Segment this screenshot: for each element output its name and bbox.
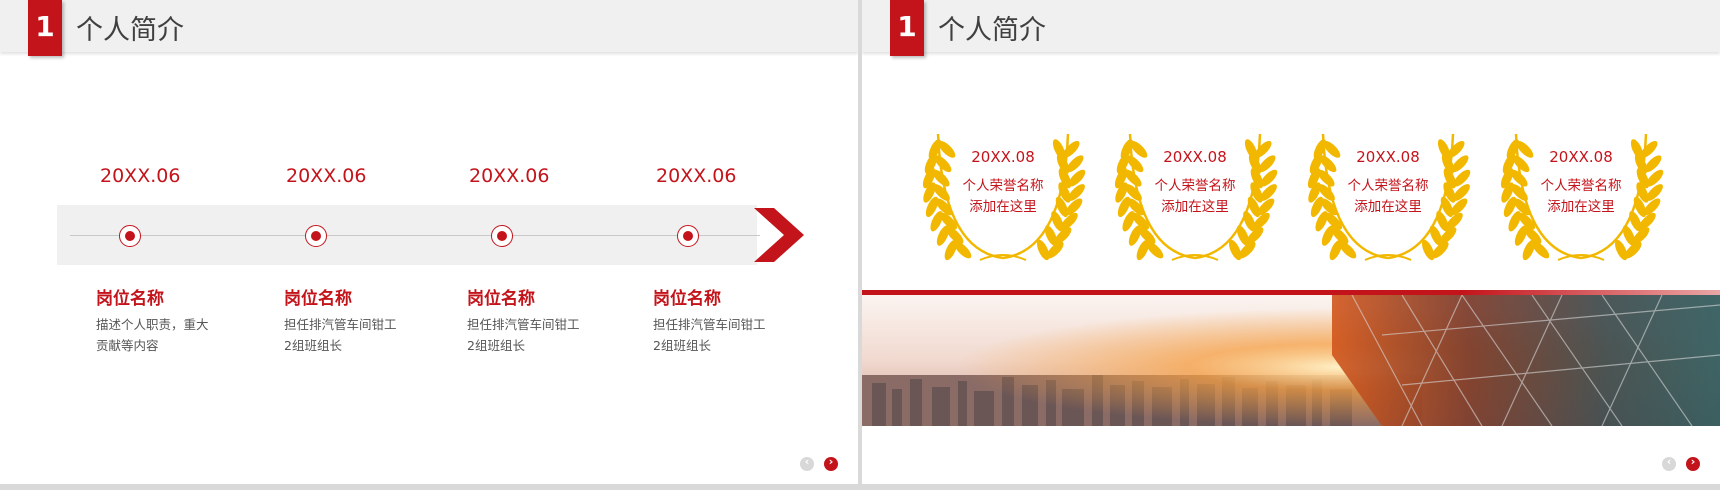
page-title: 个人简介 bbox=[938, 15, 1046, 46]
timeline-marker bbox=[305, 225, 327, 247]
timeline-description: 担任排汽管车间钳工2组班组长 bbox=[653, 317, 766, 353]
chevron-right-icon: › bbox=[1690, 455, 1696, 468]
honor-name-line2: 添加在这里 bbox=[1547, 199, 1615, 215]
honor-name-line2: 添加在这里 bbox=[1354, 199, 1422, 215]
honor-date: 20XX.08 bbox=[1356, 148, 1420, 166]
honor-name-line2: 添加在这里 bbox=[969, 199, 1037, 215]
honor-item: 20XX.08 个人荣誉名称 添加在这里 bbox=[1303, 124, 1473, 270]
next-slide-button[interactable]: › bbox=[1686, 455, 1700, 471]
timeline-description: 担任排汽管车间钳工2组班组长 bbox=[467, 317, 580, 353]
timeline-post-title: 岗位名称 bbox=[653, 289, 721, 309]
timeline-marker bbox=[119, 225, 141, 247]
honor-item: 20XX.08 个人荣誉名称 添加在这里 bbox=[1110, 124, 1280, 270]
honor-name: 个人荣誉名称 添加在这里 bbox=[1303, 176, 1473, 218]
timeline-date: 20XX.06 bbox=[469, 165, 550, 187]
city-skyline-image bbox=[862, 295, 1720, 426]
chevron-left-icon: ‹ bbox=[804, 455, 810, 468]
slide-honors: 1 个人简介 20XX.08 个人荣誉名称 添加在这里 20XX.08 个人荣誉… bbox=[862, 0, 1720, 484]
honor-name: 个人荣誉名称 添加在这里 bbox=[1496, 176, 1666, 218]
page-title: 个人简介 bbox=[76, 15, 184, 46]
timeline-description: 描述个人职责，重大贡献等内容 bbox=[96, 317, 209, 353]
timeline-line bbox=[70, 235, 760, 236]
honor-item: 20XX.08 个人荣誉名称 添加在这里 bbox=[918, 124, 1088, 270]
honor-name: 个人荣誉名称 添加在这里 bbox=[918, 176, 1088, 218]
timeline-date: 20XX.06 bbox=[100, 165, 181, 187]
honor-item: 20XX.08 个人荣誉名称 添加在这里 bbox=[1496, 124, 1666, 270]
timeline-post-title: 岗位名称 bbox=[284, 289, 352, 309]
timeline-date: 20XX.06 bbox=[656, 165, 737, 187]
slide-timeline: 1 个人简介 20XX.06 20XX.06 20XX.06 20XX.06 岗… bbox=[0, 0, 858, 484]
honor-name-line1: 个人荣誉名称 bbox=[1540, 178, 1622, 194]
honor-name-line2: 添加在这里 bbox=[1161, 199, 1229, 215]
honor-name: 个人荣誉名称 添加在这里 bbox=[1110, 176, 1280, 218]
chevron-right-icon: › bbox=[828, 455, 834, 468]
timeline-post-title: 岗位名称 bbox=[96, 289, 164, 309]
timeline-marker bbox=[491, 225, 513, 247]
honor-name-line1: 个人荣誉名称 bbox=[1154, 178, 1236, 194]
honor-date: 20XX.08 bbox=[1163, 148, 1227, 166]
timeline-date: 20XX.06 bbox=[286, 165, 367, 187]
section-number: 1 bbox=[890, 0, 924, 56]
next-slide-button[interactable]: › bbox=[824, 455, 838, 471]
arrow-right-icon bbox=[754, 208, 804, 262]
prev-slide-button[interactable]: ‹ bbox=[1662, 455, 1676, 471]
timeline-description: 担任排汽管车间钳工2组班组长 bbox=[284, 317, 397, 353]
honor-name-line1: 个人荣誉名称 bbox=[962, 178, 1044, 194]
honor-name-line1: 个人荣誉名称 bbox=[1347, 178, 1429, 194]
honor-date: 20XX.08 bbox=[971, 148, 1035, 166]
honor-date: 20XX.08 bbox=[1549, 148, 1613, 166]
chevron-left-icon: ‹ bbox=[1666, 455, 1672, 468]
timeline-post-title: 岗位名称 bbox=[467, 289, 535, 309]
prev-slide-button[interactable]: ‹ bbox=[800, 455, 814, 471]
timeline-marker bbox=[677, 225, 699, 247]
section-number: 1 bbox=[28, 0, 62, 56]
